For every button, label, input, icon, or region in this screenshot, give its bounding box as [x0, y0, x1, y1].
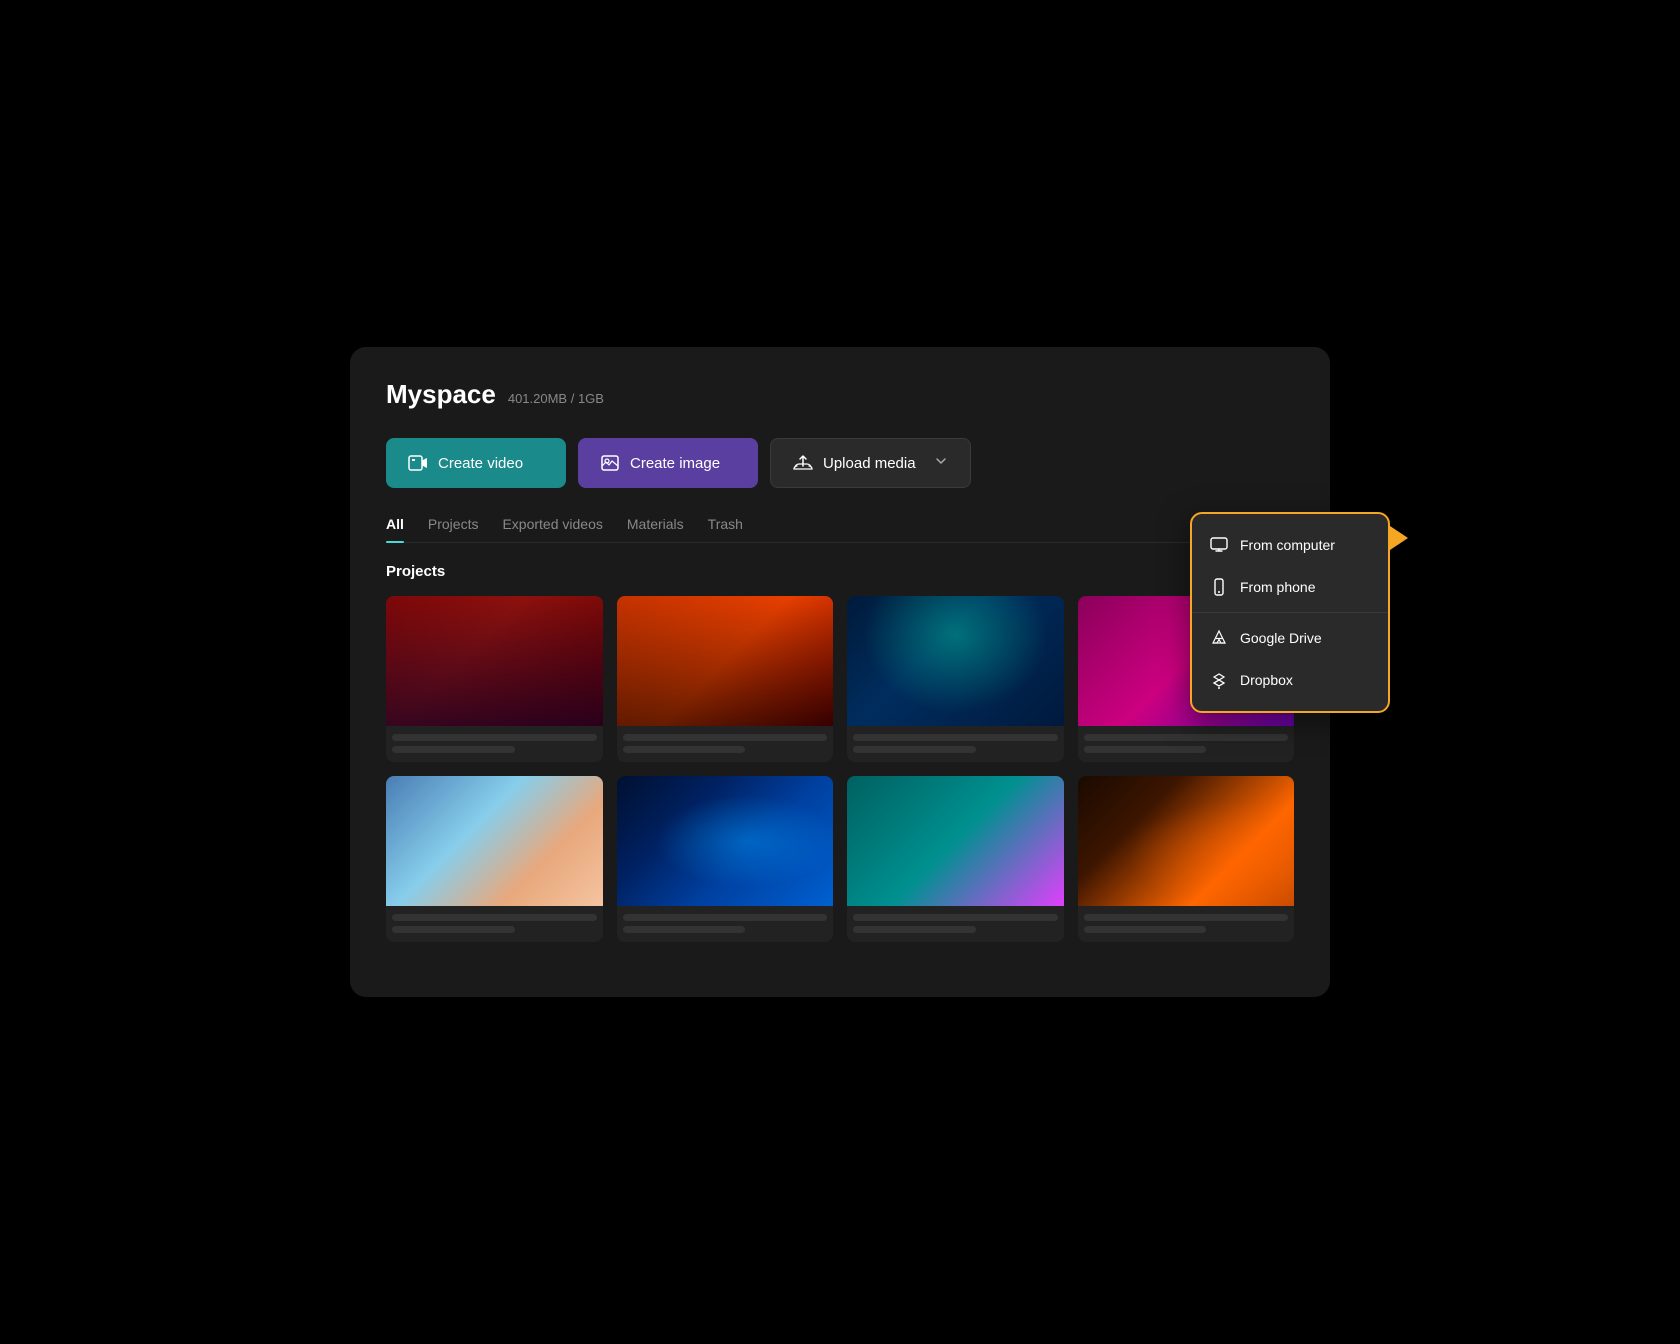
caption-line-short [1084, 746, 1207, 753]
media-grid-row2 [386, 776, 1294, 942]
chevron-down-icon [934, 454, 948, 472]
upload-media-button[interactable]: Upload media [770, 438, 971, 488]
media-item-2[interactable] [617, 596, 834, 762]
main-panel: Myspace 401.20MB / 1GB Create video [350, 347, 1330, 997]
phone-icon [1210, 578, 1228, 596]
action-buttons: Create video Create image Upload med [386, 438, 1294, 488]
caption-line-short [392, 926, 515, 933]
caption-line [623, 734, 828, 741]
tab-trash[interactable]: Trash [708, 516, 743, 542]
caption-line [853, 734, 1058, 741]
tab-exported-videos[interactable]: Exported videos [502, 516, 602, 542]
monitor-icon [1210, 536, 1228, 554]
caption-line [392, 914, 597, 921]
caption-line [623, 914, 828, 921]
media-item-3[interactable] [847, 596, 1064, 762]
caption-line-short [623, 746, 746, 753]
google-drive-icon [1210, 629, 1228, 647]
projects-section: Projects [386, 563, 1294, 942]
media-grid-row1 [386, 596, 1294, 762]
caption-line [1084, 734, 1289, 741]
cursor-arrow-indicator [1390, 526, 1408, 550]
header: Myspace 401.20MB / 1GB [386, 379, 1294, 410]
upload-icon [793, 453, 813, 473]
upload-media-label: Upload media [823, 455, 916, 472]
workspace-title: Myspace [386, 379, 496, 410]
dropdown-item-computer[interactable]: From computer [1192, 524, 1388, 566]
caption-line [392, 734, 597, 741]
caption-line-short [392, 746, 515, 753]
caption-line [853, 914, 1058, 921]
create-video-label: Create video [438, 455, 523, 472]
tabs-bar: All Projects Exported videos Materials T… [386, 516, 1294, 543]
dropdown-item-phone[interactable]: From phone [1192, 566, 1388, 608]
media-item-1[interactable] [386, 596, 603, 762]
media-item-8[interactable] [1078, 776, 1295, 942]
media-item-5[interactable] [386, 776, 603, 942]
dropbox-icon [1210, 671, 1228, 689]
caption-line-short [853, 746, 976, 753]
media-item-7[interactable] [847, 776, 1064, 942]
dropdown-item-dropbox-label: Dropbox [1240, 672, 1293, 688]
tab-all[interactable]: All [386, 516, 404, 542]
dropdown-item-computer-label: From computer [1240, 537, 1335, 553]
dropdown-item-phone-label: From phone [1240, 579, 1315, 595]
caption-line-short [853, 926, 976, 933]
caption-line [1084, 914, 1289, 921]
tab-projects[interactable]: Projects [428, 516, 479, 542]
media-item-6[interactable] [617, 776, 834, 942]
caption-line-short [1084, 926, 1207, 933]
video-icon [408, 453, 428, 473]
dropdown-item-gdrive[interactable]: Google Drive [1192, 617, 1388, 659]
upload-dropdown-menu: From computer From phone Google Drive [1190, 512, 1390, 713]
image-icon [600, 453, 620, 473]
create-image-button[interactable]: Create image [578, 438, 758, 488]
caption-line-short [623, 926, 746, 933]
create-video-button[interactable]: Create video [386, 438, 566, 488]
dropdown-divider [1192, 612, 1388, 613]
dropdown-item-gdrive-label: Google Drive [1240, 630, 1322, 646]
projects-section-title: Projects [386, 563, 1294, 580]
create-image-label: Create image [630, 455, 720, 472]
tab-materials[interactable]: Materials [627, 516, 684, 542]
dropdown-item-dropbox[interactable]: Dropbox [1192, 659, 1388, 701]
storage-info: 401.20MB / 1GB [508, 391, 604, 406]
